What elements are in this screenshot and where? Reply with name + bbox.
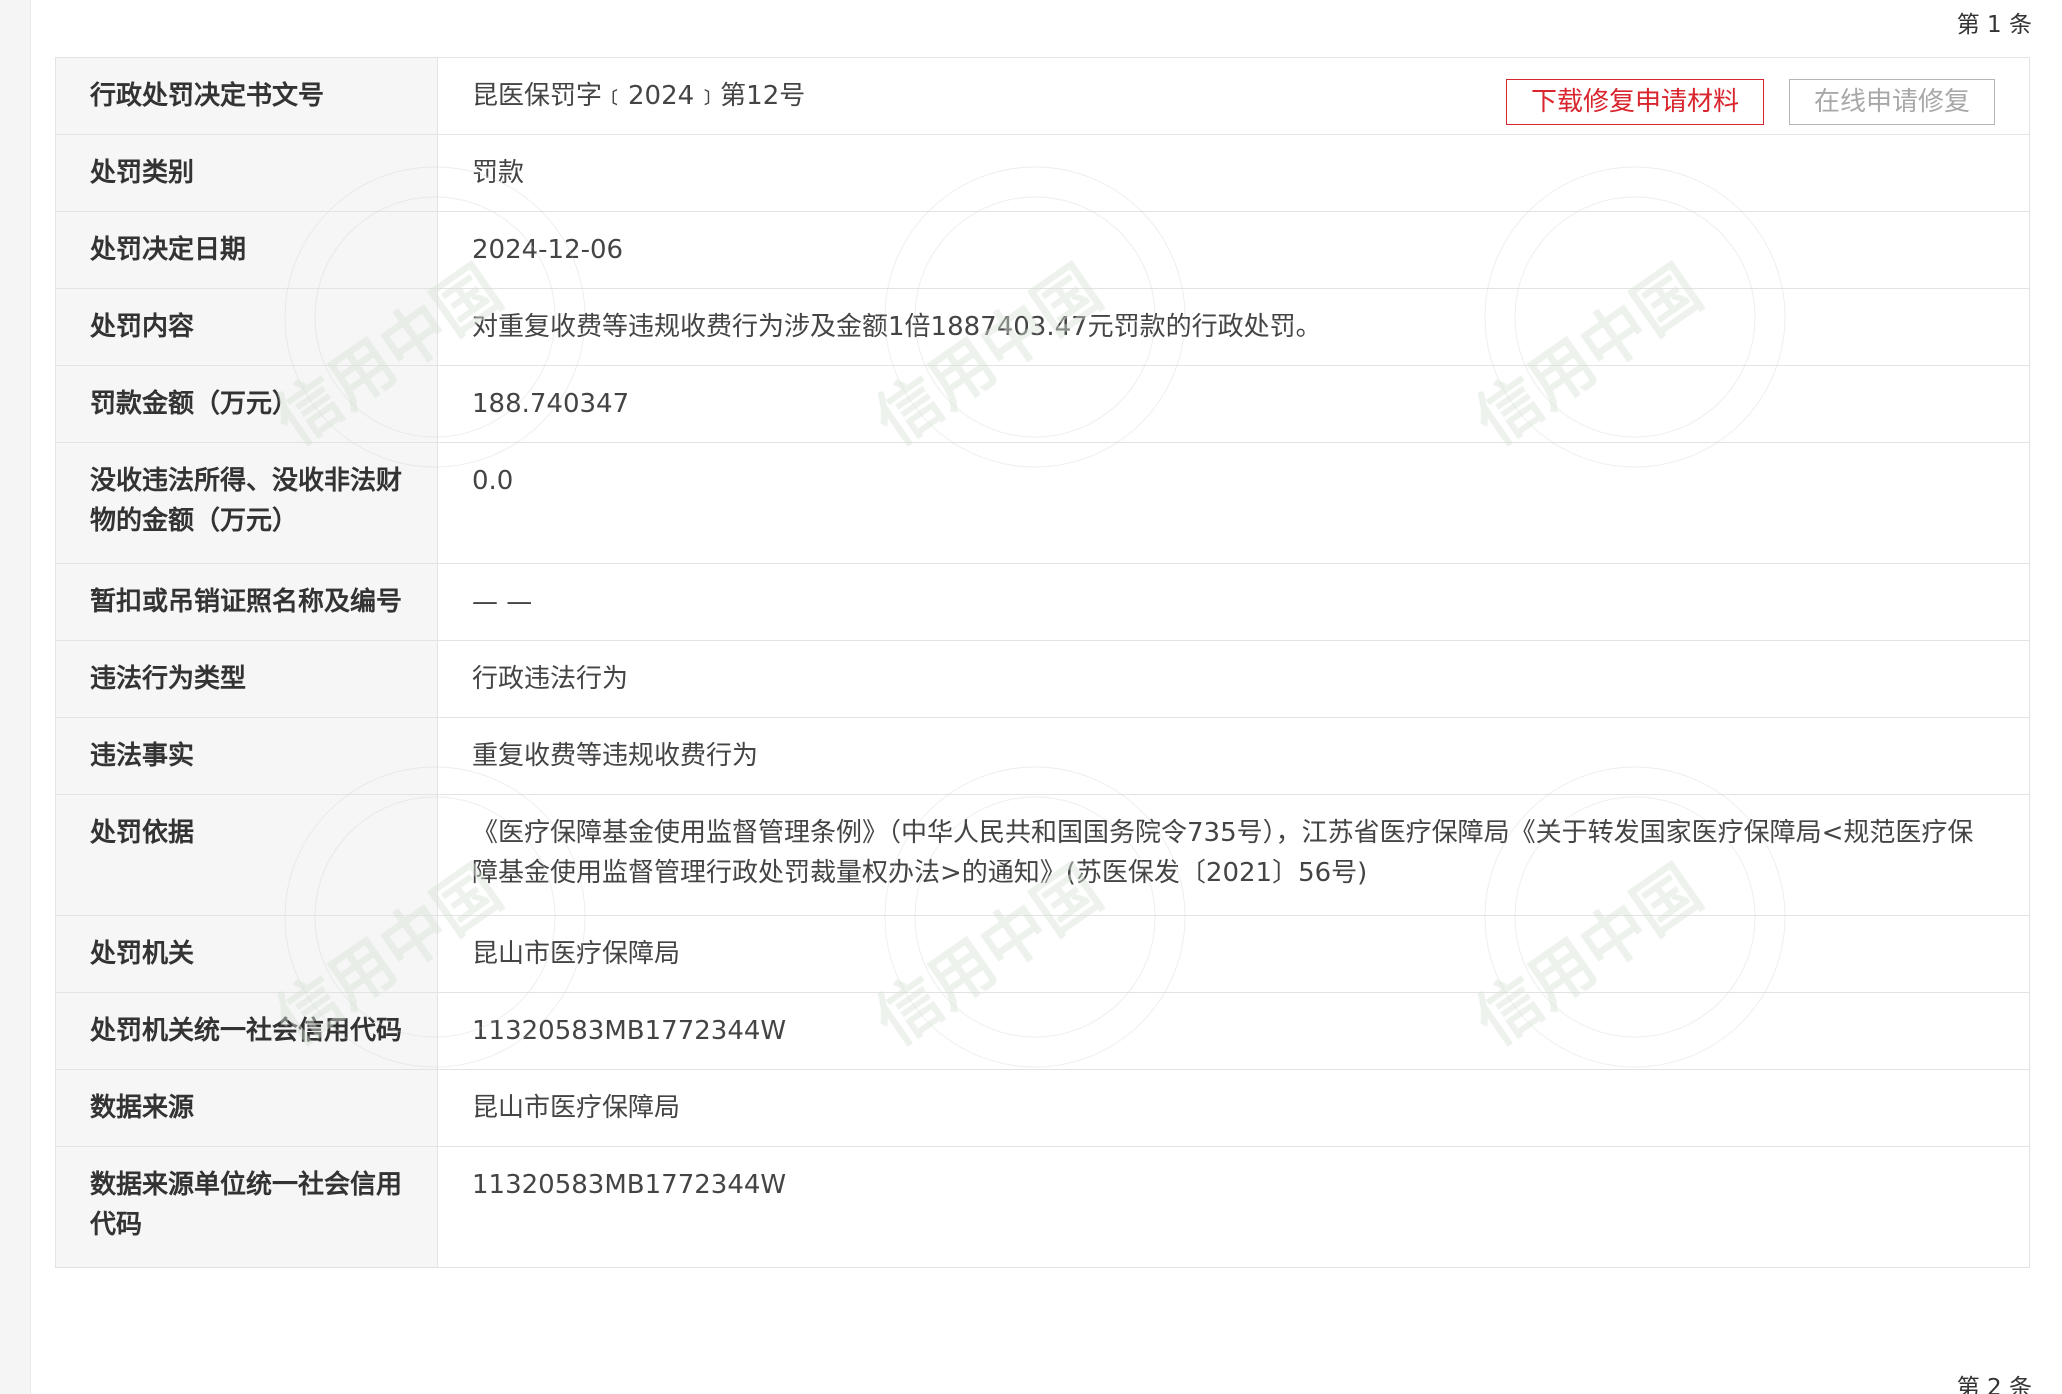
online-repair-button[interactable]: 在线申请修复 [1788,79,1995,125]
row-label: 处罚内容 [55,288,438,366]
table-row: 违法事实 重复收费等违规收费行为 [55,717,2030,795]
row-value: 11320583MB1772344W [437,992,2030,1070]
row-label: 处罚类别 [55,134,438,212]
download-repair-materials-button[interactable]: 下载修复申请材料 [1505,79,1764,125]
row-label: 行政处罚决定书文号 [55,57,438,135]
row-value: 2024-12-06 [437,211,2030,289]
table-row: 处罚类别 罚款 [55,134,2030,212]
row-value: 昆山市医疗保障局 [437,1069,2030,1147]
row-value: 《医疗保障基金使用监督管理条例》（中华人民共和国国务院令735号），江苏省医疗保… [437,794,2030,916]
row-value: 对重复收费等违规收费行为涉及金额1倍1887403.47元罚款的行政处罚。 [437,288,2030,366]
table-row: 处罚依据 《医疗保障基金使用监督管理条例》（中华人民共和国国务院令735号），江… [55,794,2030,916]
row-label: 暂扣或吊销证照名称及编号 [55,563,438,641]
table-row: 罚款金额（万元） 188.740347 [55,365,2030,443]
row-label: 处罚决定日期 [55,211,438,289]
record-index-label: 第 1 条 [1956,12,2032,38]
table-row: 处罚机关 昆山市医疗保障局 [55,915,2030,993]
row-value: 昆山市医疗保障局 [437,915,2030,993]
row-label: 数据来源 [55,1069,438,1147]
row-value: 188.740347 [437,365,2030,443]
row-label: 处罚机关统一社会信用代码 [55,992,438,1070]
penalty-detail-table: 行政处罚决定书文号 昆医保罚字﹝2024﹞第12号 下载修复申请材料 在线申请修… [55,57,2030,1268]
table-row: 数据来源单位统一社会信用代码 11320583MB1772344W [55,1146,2030,1268]
page: 第 1 条 行政处罚决定书文号 昆医保罚字﹝2024﹞第12号 下载修复申请材料… [0,0,2062,1394]
next-record-index-label: 第 2 条 [1956,1375,2032,1394]
table-row: 违法行为类型 行政违法行为 [55,640,2030,718]
row-value: 0.0 [437,442,2030,564]
left-panel-edge [0,0,31,1394]
table-row: 处罚内容 对重复收费等违规收费行为涉及金额1倍1887403.47元罚款的行政处… [55,288,2030,366]
table-row: 处罚机关统一社会信用代码 11320583MB1772344W [55,992,2030,1070]
table-row: 处罚决定日期 2024-12-06 [55,211,2030,289]
decision-number-value: 昆医保罚字﹝2024﹞第12号 [472,81,806,111]
row-label: 违法行为类型 [55,640,438,718]
row-label: 没收违法所得、没收非法财物的金额（万元） [55,442,438,564]
table-row: 没收违法所得、没收非法财物的金额（万元） 0.0 [55,442,2030,564]
table-row: 数据来源 昆山市医疗保障局 [55,1069,2030,1147]
row-value: — — [437,563,2030,641]
row-value: 11320583MB1772344W [437,1146,2030,1268]
row-value: 行政违法行为 [437,640,2030,718]
row-label: 罚款金额（万元） [55,365,438,443]
row-value: 罚款 [437,134,2030,212]
row-label: 违法事实 [55,717,438,795]
table-row: 暂扣或吊销证照名称及编号 — — [55,563,2030,641]
row-label: 处罚机关 [55,915,438,993]
row-value-cell: 昆医保罚字﹝2024﹞第12号 下载修复申请材料 在线申请修复 [437,57,2030,135]
row-label: 数据来源单位统一社会信用代码 [55,1146,438,1268]
row-label: 处罚依据 [55,794,438,916]
table-row: 行政处罚决定书文号 昆医保罚字﹝2024﹞第12号 下载修复申请材料 在线申请修… [55,57,2030,135]
action-buttons: 下载修复申请材料 在线申请修复 [1505,79,1995,125]
row-value: 重复收费等违规收费行为 [437,717,2030,795]
